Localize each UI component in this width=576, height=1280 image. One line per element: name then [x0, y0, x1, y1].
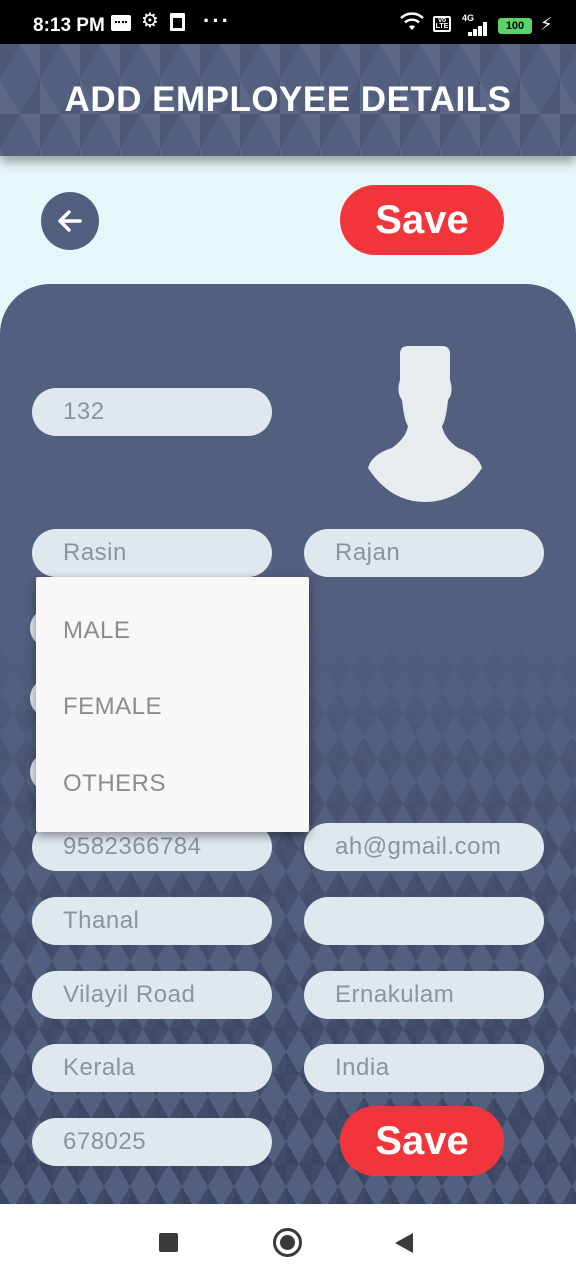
- charging-icon: ⚡: [540, 14, 553, 34]
- signal-icon: [462, 22, 490, 36]
- avatar[interactable]: [350, 340, 500, 510]
- city-field[interactable]: Ernakulam: [304, 971, 544, 1019]
- pincode-field[interactable]: 678025: [32, 1118, 272, 1166]
- back-triangle-icon[interactable]: [395, 1233, 413, 1253]
- status-bar: 8:13 PM ⚙ ··· Vo LTE 4G 100 ⚡: [0, 0, 576, 44]
- more-notifications-icon: ···: [203, 8, 231, 33]
- state-field[interactable]: Kerala: [32, 1044, 272, 1092]
- gender-option-female[interactable]: FEMALE: [63, 693, 162, 721]
- back-button[interactable]: [41, 192, 99, 250]
- recents-icon[interactable]: [159, 1233, 178, 1252]
- status-time: 8:13 PM: [33, 15, 105, 36]
- gender-option-male[interactable]: MALE: [63, 617, 130, 645]
- person-silhouette-icon: [368, 346, 482, 502]
- page-title: ADD EMPLOYEE DETAILS: [64, 80, 512, 119]
- first-name-field[interactable]: Rasin: [32, 529, 272, 577]
- country-field[interactable]: India: [304, 1044, 544, 1092]
- volte-icon: Vo LTE: [433, 16, 451, 32]
- message-icon: [111, 15, 131, 31]
- house-name-field[interactable]: Thanal: [32, 897, 272, 945]
- last-name-field[interactable]: Rajan: [304, 529, 544, 577]
- gender-option-others[interactable]: OTHERS: [63, 770, 166, 798]
- home-icon[interactable]: [273, 1228, 302, 1257]
- trash-icon: [170, 13, 185, 31]
- save-button-bottom[interactable]: Save: [340, 1106, 504, 1176]
- app-header: ADD EMPLOYEE DETAILS: [0, 44, 576, 156]
- settings-icon: ⚙: [141, 10, 159, 32]
- battery-icon: 100: [498, 18, 532, 34]
- street-field[interactable]: Vilayil Road: [32, 971, 272, 1019]
- save-button-top[interactable]: Save: [340, 185, 504, 255]
- email-field[interactable]: ah@gmail.com: [304, 823, 544, 871]
- system-nav-bar: [0, 1204, 576, 1280]
- gender-dropdown-menu: MALE FEMALE OTHERS: [36, 577, 309, 832]
- wifi-icon: [399, 12, 425, 37]
- arrow-left-icon: [58, 210, 82, 232]
- address-line-field[interactable]: [304, 897, 544, 945]
- employee-id-field[interactable]: 132: [32, 388, 272, 436]
